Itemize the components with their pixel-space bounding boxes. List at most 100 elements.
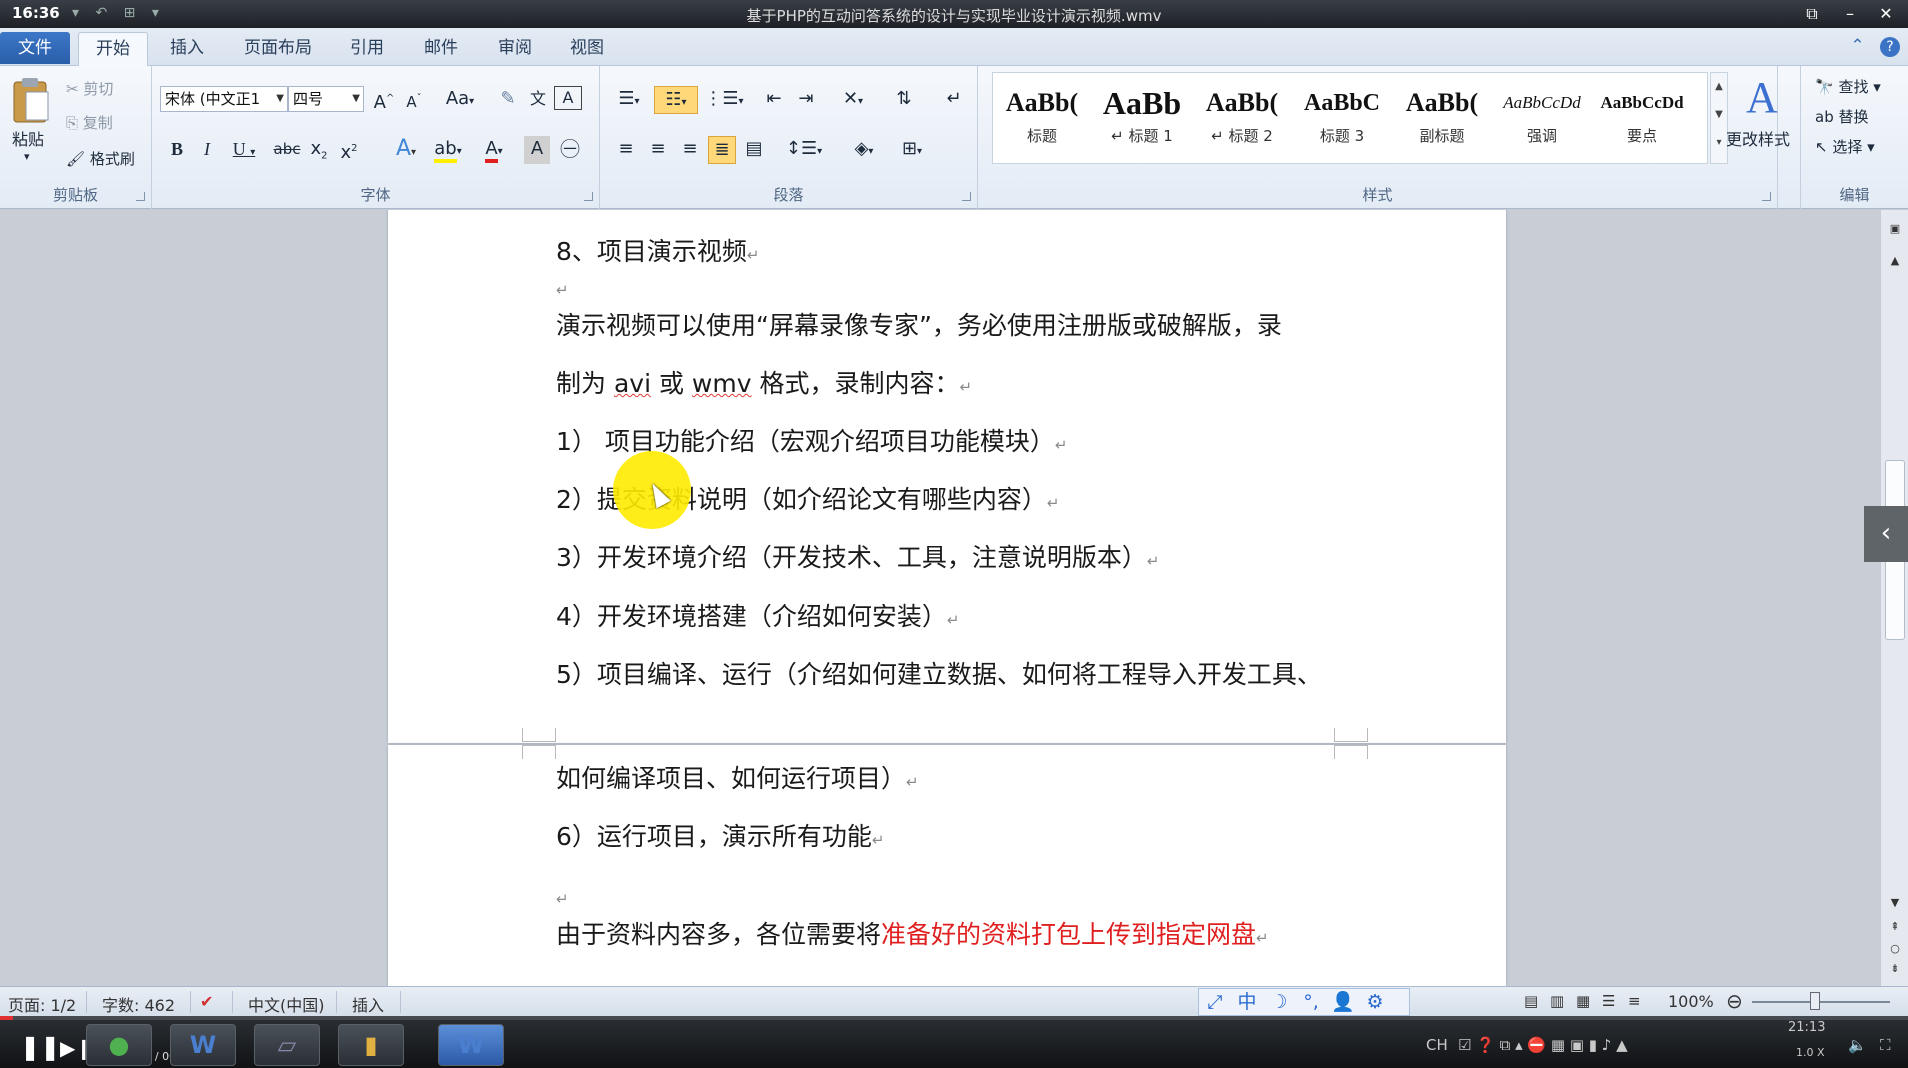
- style-heading-3[interactable]: AaBbC 标题 3: [1293, 81, 1391, 159]
- list-item[interactable]: 3）开发环境介绍（开发技术、工具，注意说明版本）↵: [556, 538, 1160, 574]
- grow-font-icon[interactable]: A^: [370, 86, 398, 114]
- clipboard-launcher-icon[interactable]: [136, 192, 145, 201]
- word-app-icon[interactable]: W: [170, 1024, 236, 1066]
- playback-progress-bar[interactable]: [0, 1016, 1908, 1020]
- list-item[interactable]: 6）运行项目，演示所有功能↵: [556, 817, 885, 853]
- styles-launcher-icon[interactable]: [1762, 192, 1771, 201]
- numbering-icon[interactable]: ☷▾: [654, 86, 698, 114]
- style-subtitle[interactable]: AaBb( 副标题: [1393, 81, 1491, 159]
- bullets-icon[interactable]: ☰▾: [610, 86, 648, 114]
- side-panel-toggle-icon[interactable]: ‹: [1864, 506, 1908, 562]
- paste-label[interactable]: 粘贴: [12, 126, 44, 150]
- select-button[interactable]: ↖ 选择 ▾: [1815, 136, 1875, 157]
- text-effects-icon[interactable]: A▾: [388, 136, 424, 164]
- volume-icon[interactable]: 🔈: [1848, 1036, 1867, 1054]
- zoom-out-icon[interactable]: ⊖: [1726, 989, 1743, 1013]
- font-color-icon[interactable]: A▾: [474, 136, 514, 164]
- ime-halfwidth-icon[interactable]: ☽: [1263, 989, 1295, 1015]
- tab-view[interactable]: 视图: [556, 32, 618, 66]
- phonetic-guide-icon[interactable]: 文: [524, 86, 552, 114]
- reading-layout-icon[interactable]: ▥: [1550, 992, 1564, 1010]
- list-item[interactable]: 1） 项目功能介绍（宏观介绍项目功能模块）↵: [556, 422, 1067, 458]
- ime-settings-icon[interactable]: ⚙: [1359, 989, 1391, 1015]
- fullscreen-icon[interactable]: ⛶: [1880, 1036, 1891, 1054]
- heading-project-demo[interactable]: 8、项目演示视频↵: [556, 232, 760, 268]
- tray-icons[interactable]: ☑ ❓ ⧉ ▴ ⛔ ▦ ▣ ▮ ♪ ▲: [1458, 1036, 1628, 1054]
- restore-icon[interactable]: ⧉: [1798, 2, 1826, 26]
- align-center-icon[interactable]: ≡: [644, 136, 672, 164]
- enclose-characters-icon[interactable]: ㊀: [556, 136, 584, 164]
- tab-page-layout[interactable]: 页面布局: [232, 32, 324, 66]
- shading-icon[interactable]: ◈▾: [844, 136, 884, 164]
- playback-speed[interactable]: 1.0 X: [1796, 1046, 1825, 1059]
- ime-toolbar[interactable]: ⤢ 中 ☽ °, 👤 ⚙: [1198, 988, 1410, 1016]
- shrink-font-icon[interactable]: Aˇ: [400, 86, 428, 114]
- page-count[interactable]: 页面: 1/2: [8, 992, 76, 1016]
- replace-button[interactable]: ab 替换: [1815, 106, 1869, 127]
- zoom-slider[interactable]: [1752, 1001, 1890, 1003]
- zoom-slider-thumb[interactable]: [1810, 992, 1820, 1010]
- chinese-layout-icon[interactable]: ✕▾: [834, 86, 872, 114]
- find-button[interactable]: 🔭 查找 ▾: [1815, 76, 1881, 97]
- document-area[interactable]: 8、项目演示视频↵ ↵ 演示视频可以使用“屏幕录像专家”，务必使用注册版或破解版…: [0, 210, 1880, 986]
- show-marks-icon[interactable]: ↵: [940, 86, 968, 114]
- subscript-button[interactable]: x2: [306, 136, 332, 164]
- close-icon[interactable]: ✕: [1872, 2, 1900, 26]
- empty-paragraph[interactable]: ↵: [556, 272, 569, 301]
- scroll-up-icon[interactable]: ▲: [1885, 254, 1905, 267]
- underline-button[interactable]: U ▾: [224, 136, 264, 164]
- change-case-icon[interactable]: Aa▾: [442, 86, 478, 114]
- align-right-icon[interactable]: ≡: [676, 136, 704, 164]
- scroll-down-icon[interactable]: ▼: [1885, 896, 1905, 909]
- pause-icon[interactable]: ❚❚: [20, 1033, 60, 1061]
- draft-view-icon[interactable]: ≡: [1628, 992, 1641, 1010]
- ime-chinese-mode-icon[interactable]: 中: [1231, 989, 1263, 1015]
- prev-page-icon[interactable]: ⇞: [1885, 920, 1905, 933]
- word-count[interactable]: 字数: 462: [102, 992, 175, 1016]
- justify-icon[interactable]: ≣: [708, 136, 736, 164]
- paragraph-intro-line2[interactable]: 制为 avi 或 wmv 格式，录制内容：↵: [556, 364, 972, 400]
- language-indicator[interactable]: 中文(中国): [248, 992, 325, 1016]
- list-item[interactable]: 5）项目编译、运行（介绍如何建立数据、如何将工程导入开发工具、: [556, 655, 1322, 691]
- paragraph-launcher-icon[interactable]: [962, 192, 971, 201]
- character-border-icon[interactable]: A: [554, 86, 582, 110]
- clear-format-icon[interactable]: ✎: [494, 86, 522, 114]
- font-size-combo[interactable]: 四号 ▼: [288, 86, 364, 112]
- empty-paragraph[interactable]: ↵: [556, 881, 569, 910]
- taskbar-app-icon[interactable]: ●: [86, 1024, 152, 1066]
- sort-icon[interactable]: ⇅: [890, 86, 918, 114]
- document-page-2[interactable]: 如何编译项目、如何运行项目）↵ 6）运行项目，演示所有功能↵ ↵ 由于资料内容多…: [388, 745, 1506, 986]
- cut-button[interactable]: ✂ 剪切: [66, 78, 113, 99]
- document-page-1[interactable]: 8、项目演示视频↵ ↵ 演示视频可以使用“屏幕录像专家”，务必使用注册版或破解版…: [388, 210, 1506, 743]
- highlight-color-icon[interactable]: ab▾: [428, 136, 468, 164]
- tab-review[interactable]: 审阅: [484, 32, 546, 66]
- font-launcher-icon[interactable]: [584, 192, 593, 201]
- tab-home[interactable]: 开始: [78, 32, 148, 66]
- format-painter-button[interactable]: 🖌 格式刷: [66, 148, 135, 169]
- folder-app-icon[interactable]: ▮: [338, 1024, 404, 1066]
- strikethrough-button[interactable]: abc: [272, 136, 302, 164]
- italic-button[interactable]: I: [194, 136, 220, 164]
- paste-icon[interactable]: [8, 74, 52, 126]
- proofing-icon[interactable]: ✔: [200, 992, 213, 1011]
- zoom-level[interactable]: 100%: [1668, 992, 1714, 1011]
- list-item[interactable]: 4）开发环境搭建（介绍如何安装）↵: [556, 597, 960, 633]
- insert-mode-indicator[interactable]: 插入: [352, 992, 384, 1016]
- multilevel-list-icon[interactable]: ⋮☰▾: [704, 86, 744, 114]
- character-shading-icon[interactable]: A: [524, 136, 550, 164]
- copy-button[interactable]: ⎘ 复制: [66, 112, 113, 133]
- paste-dropdown-icon[interactable]: ▾: [24, 150, 30, 163]
- minimize-icon[interactable]: –: [1836, 2, 1864, 26]
- font-name-combo[interactable]: 宋体 (中文正1 ▼: [160, 86, 288, 112]
- ime-punctuation-icon[interactable]: °,: [1295, 989, 1327, 1015]
- line-spacing-icon[interactable]: ↕☰▾: [784, 136, 824, 164]
- list-item-continued[interactable]: 如何编译项目、如何运行项目）↵: [556, 759, 919, 795]
- outline-view-icon[interactable]: ☰: [1602, 992, 1615, 1010]
- superscript-button[interactable]: x2: [336, 136, 362, 164]
- taskbar-app-icon[interactable]: ▱: [254, 1024, 320, 1066]
- style-heading-1[interactable]: AaBb ↵ 标题 1: [1093, 81, 1191, 159]
- paragraph-upload-note[interactable]: 由于资料内容多，各位需要将准备好的资料打包上传到指定网盘↵: [556, 915, 1269, 951]
- ime-user-icon[interactable]: 👤: [1327, 989, 1359, 1015]
- browse-object-icon[interactable]: ○: [1885, 942, 1905, 955]
- change-styles-icon[interactable]: A: [1746, 72, 1778, 123]
